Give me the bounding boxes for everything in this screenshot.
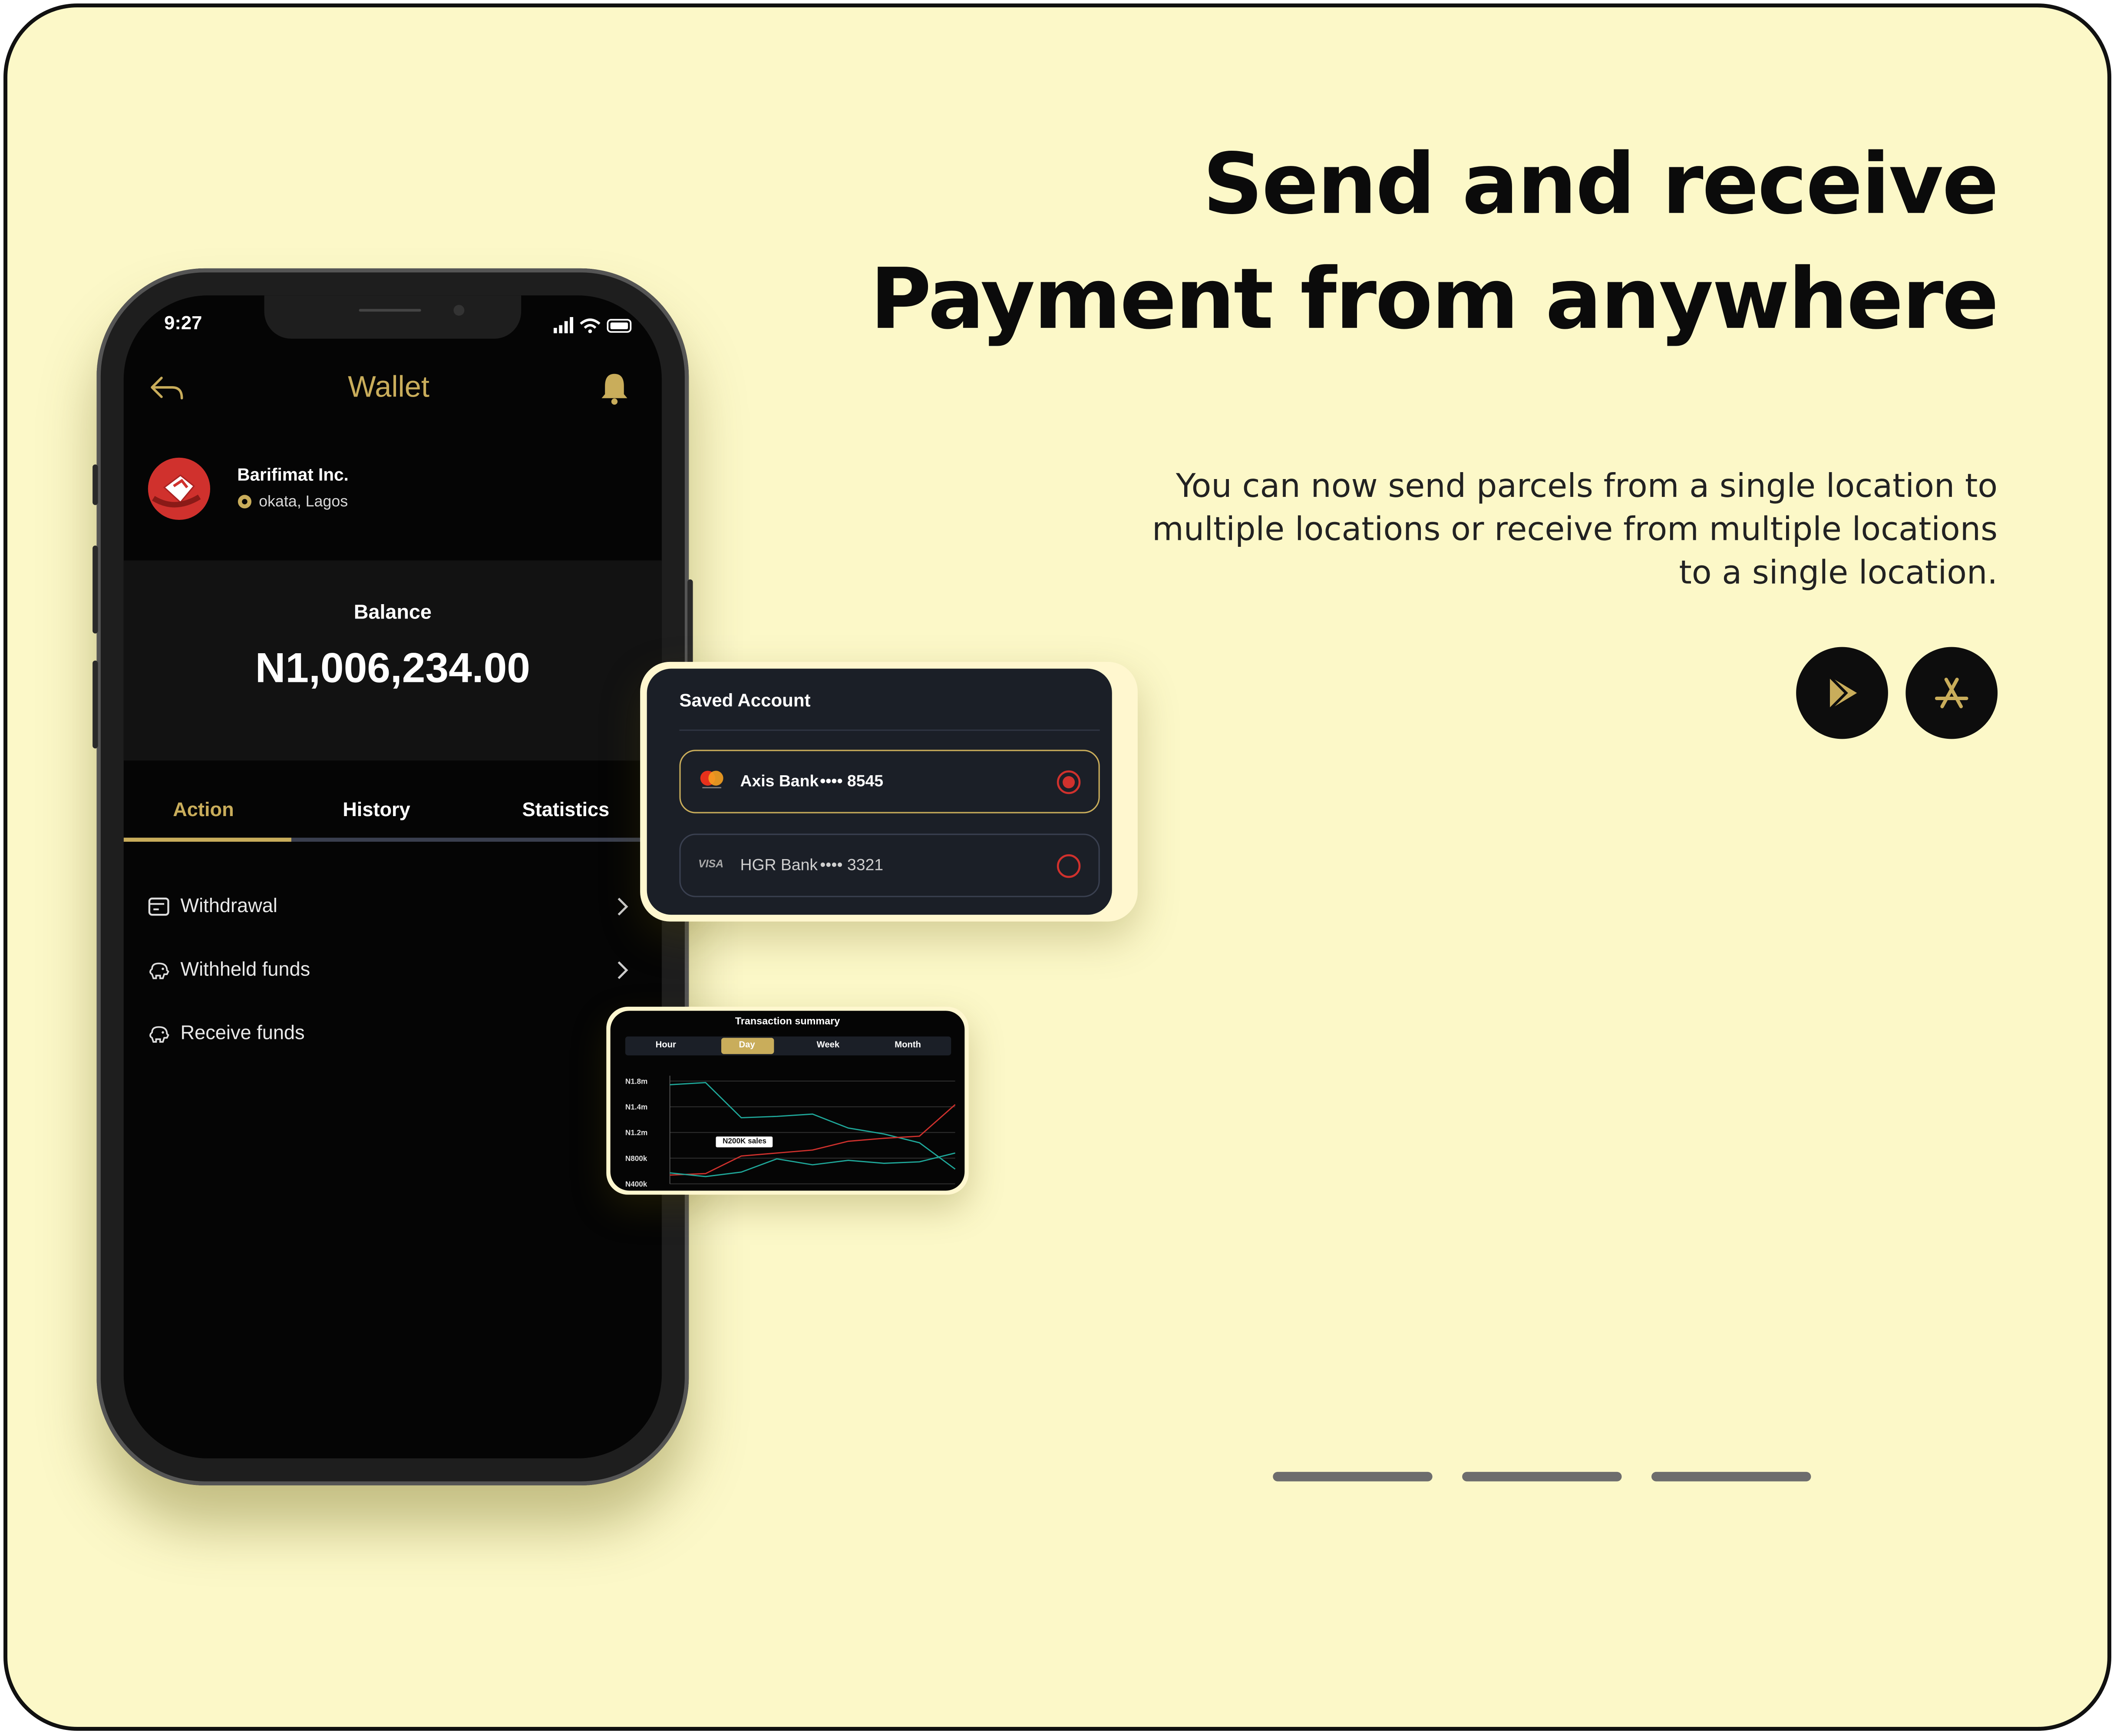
period-day[interactable]: Day bbox=[707, 1041, 788, 1050]
business-logo-icon bbox=[152, 474, 201, 508]
divider bbox=[679, 729, 1100, 731]
transaction-summary-card: Transaction summary Hour Day Week Month … bbox=[610, 1011, 965, 1191]
google-play-button[interactable] bbox=[1796, 647, 1888, 739]
mastercard-icon bbox=[700, 770, 723, 789]
header-title: Wallet bbox=[348, 370, 429, 404]
transaction-summary-frame: Transaction summary Hour Day Week Month … bbox=[606, 1006, 969, 1195]
phone-mockup: 9:27 Wallet Barifimat Inc. okata, Lagos … bbox=[92, 268, 693, 1486]
hero-title: Send and receive Payment from anywhere bbox=[870, 126, 1999, 356]
carousel-dot-2[interactable] bbox=[1462, 1471, 1622, 1481]
notification-bell-icon[interactable] bbox=[600, 371, 629, 407]
account-row-hgr-bank[interactable]: VISA HGR Bank •••• 3321 bbox=[679, 833, 1100, 897]
chart-y-tick-label: N1.4m bbox=[625, 1103, 647, 1111]
saved-account-card: Saved Account Axis Bank •••• 8545 VISA H… bbox=[647, 668, 1112, 915]
google-play-icon bbox=[1829, 675, 1857, 711]
piggy-bank-icon bbox=[149, 1026, 169, 1043]
chart-y-tick-label: N400k bbox=[625, 1180, 647, 1188]
action-label: Withdrawal bbox=[180, 896, 277, 918]
carousel-dot-1[interactable] bbox=[1273, 1471, 1433, 1481]
balance-value: N1,006,234.00 bbox=[255, 644, 531, 692]
slide-canvas: Send and receive Payment from anywhere Y… bbox=[7, 7, 2107, 1727]
hero-title-line-1: Send and receive bbox=[1202, 134, 1999, 233]
slide-frame: Send and receive Payment from anywhere Y… bbox=[3, 3, 2111, 1731]
chart-y-tick-label: N1.8m bbox=[625, 1077, 647, 1085]
phone-notch bbox=[264, 295, 522, 339]
hero-description: You can now send parcels from a single l… bbox=[1152, 467, 1998, 592]
hero-title-line-2: Payment from anywhere bbox=[870, 249, 1999, 348]
front-camera bbox=[453, 304, 465, 316]
radio-unselected-icon[interactable] bbox=[1055, 853, 1082, 880]
account-bank-name: HGR Bank bbox=[740, 855, 818, 874]
business-location: okata, Lagos bbox=[237, 494, 348, 510]
tab-history[interactable]: History bbox=[297, 800, 456, 822]
transaction-line-chart: N1.8m N1.4m N1.2m N800k N400k bbox=[625, 1075, 956, 1188]
status-icons bbox=[553, 317, 632, 334]
location-pin-icon bbox=[238, 495, 251, 509]
chart-series-line-1 bbox=[670, 1082, 956, 1170]
phone-volume-up bbox=[92, 546, 98, 634]
chevron-right-icon bbox=[618, 898, 628, 916]
action-withheld-funds[interactable]: Withheld funds bbox=[148, 954, 635, 986]
account-bank-name: Axis Bank bbox=[740, 771, 819, 790]
business-name: Barifimat Inc. bbox=[237, 464, 349, 485]
phone-volume-down bbox=[92, 660, 98, 749]
business-avatar bbox=[148, 457, 211, 520]
wallet-icon bbox=[148, 897, 169, 916]
location-text: okata, Lagos bbox=[259, 494, 348, 511]
action-withdrawal[interactable]: Withdrawal bbox=[148, 890, 635, 923]
period-week[interactable]: Week bbox=[787, 1041, 868, 1050]
chart-tooltip: N200K sales bbox=[716, 1136, 773, 1147]
chart-y-tick-label: N1.2m bbox=[625, 1129, 647, 1137]
balance-card: Balance N1,006,234.00 bbox=[123, 560, 662, 761]
account-mask: •••• 8545 bbox=[820, 771, 884, 790]
tab-active-indicator bbox=[123, 837, 291, 842]
phone-screen: 9:27 Wallet Barifimat Inc. okata, Lagos … bbox=[123, 295, 662, 1458]
period-hour[interactable]: Hour bbox=[625, 1041, 707, 1050]
tab-action[interactable]: Action bbox=[124, 800, 283, 822]
saved-account-title: Saved Account bbox=[679, 690, 811, 711]
chart-grid bbox=[669, 1075, 955, 1184]
tab-statistics[interactable]: Statistics bbox=[486, 800, 645, 822]
account-mask: •••• 3321 bbox=[820, 855, 884, 874]
app-store-button[interactable] bbox=[1905, 647, 1998, 739]
radio-selected-icon[interactable] bbox=[1055, 769, 1082, 796]
transaction-summary-title: Transaction summary bbox=[735, 1015, 840, 1027]
chart-series-line-3 bbox=[670, 1152, 955, 1177]
speaker-grille bbox=[359, 309, 421, 312]
phone-mute-button bbox=[92, 464, 98, 505]
chart-y-ticks: N1.8m N1.4m N1.2m N800k N400k bbox=[625, 1077, 647, 1188]
status-time: 9:27 bbox=[164, 311, 202, 334]
action-receive-funds[interactable]: Receive funds bbox=[148, 1018, 635, 1050]
carousel-dot-3[interactable] bbox=[1651, 1471, 1811, 1481]
chart-y-tick-label: N800k bbox=[625, 1154, 647, 1163]
visa-icon: VISA bbox=[698, 858, 724, 870]
chevron-right-icon bbox=[618, 961, 628, 979]
piggy-bank-icon bbox=[149, 962, 169, 979]
balance-label: Balance bbox=[353, 601, 432, 624]
app-store-icon bbox=[1935, 678, 1968, 708]
action-label: Receive funds bbox=[180, 1023, 305, 1045]
action-label: Withheld funds bbox=[180, 959, 310, 981]
saved-account-card-frame: Saved Account Axis Bank •••• 8545 VISA H… bbox=[640, 661, 1138, 922]
chart-series bbox=[670, 1082, 956, 1177]
account-row-axis-bank[interactable]: Axis Bank •••• 8545 bbox=[679, 750, 1100, 813]
period-month[interactable]: Month bbox=[867, 1041, 948, 1050]
